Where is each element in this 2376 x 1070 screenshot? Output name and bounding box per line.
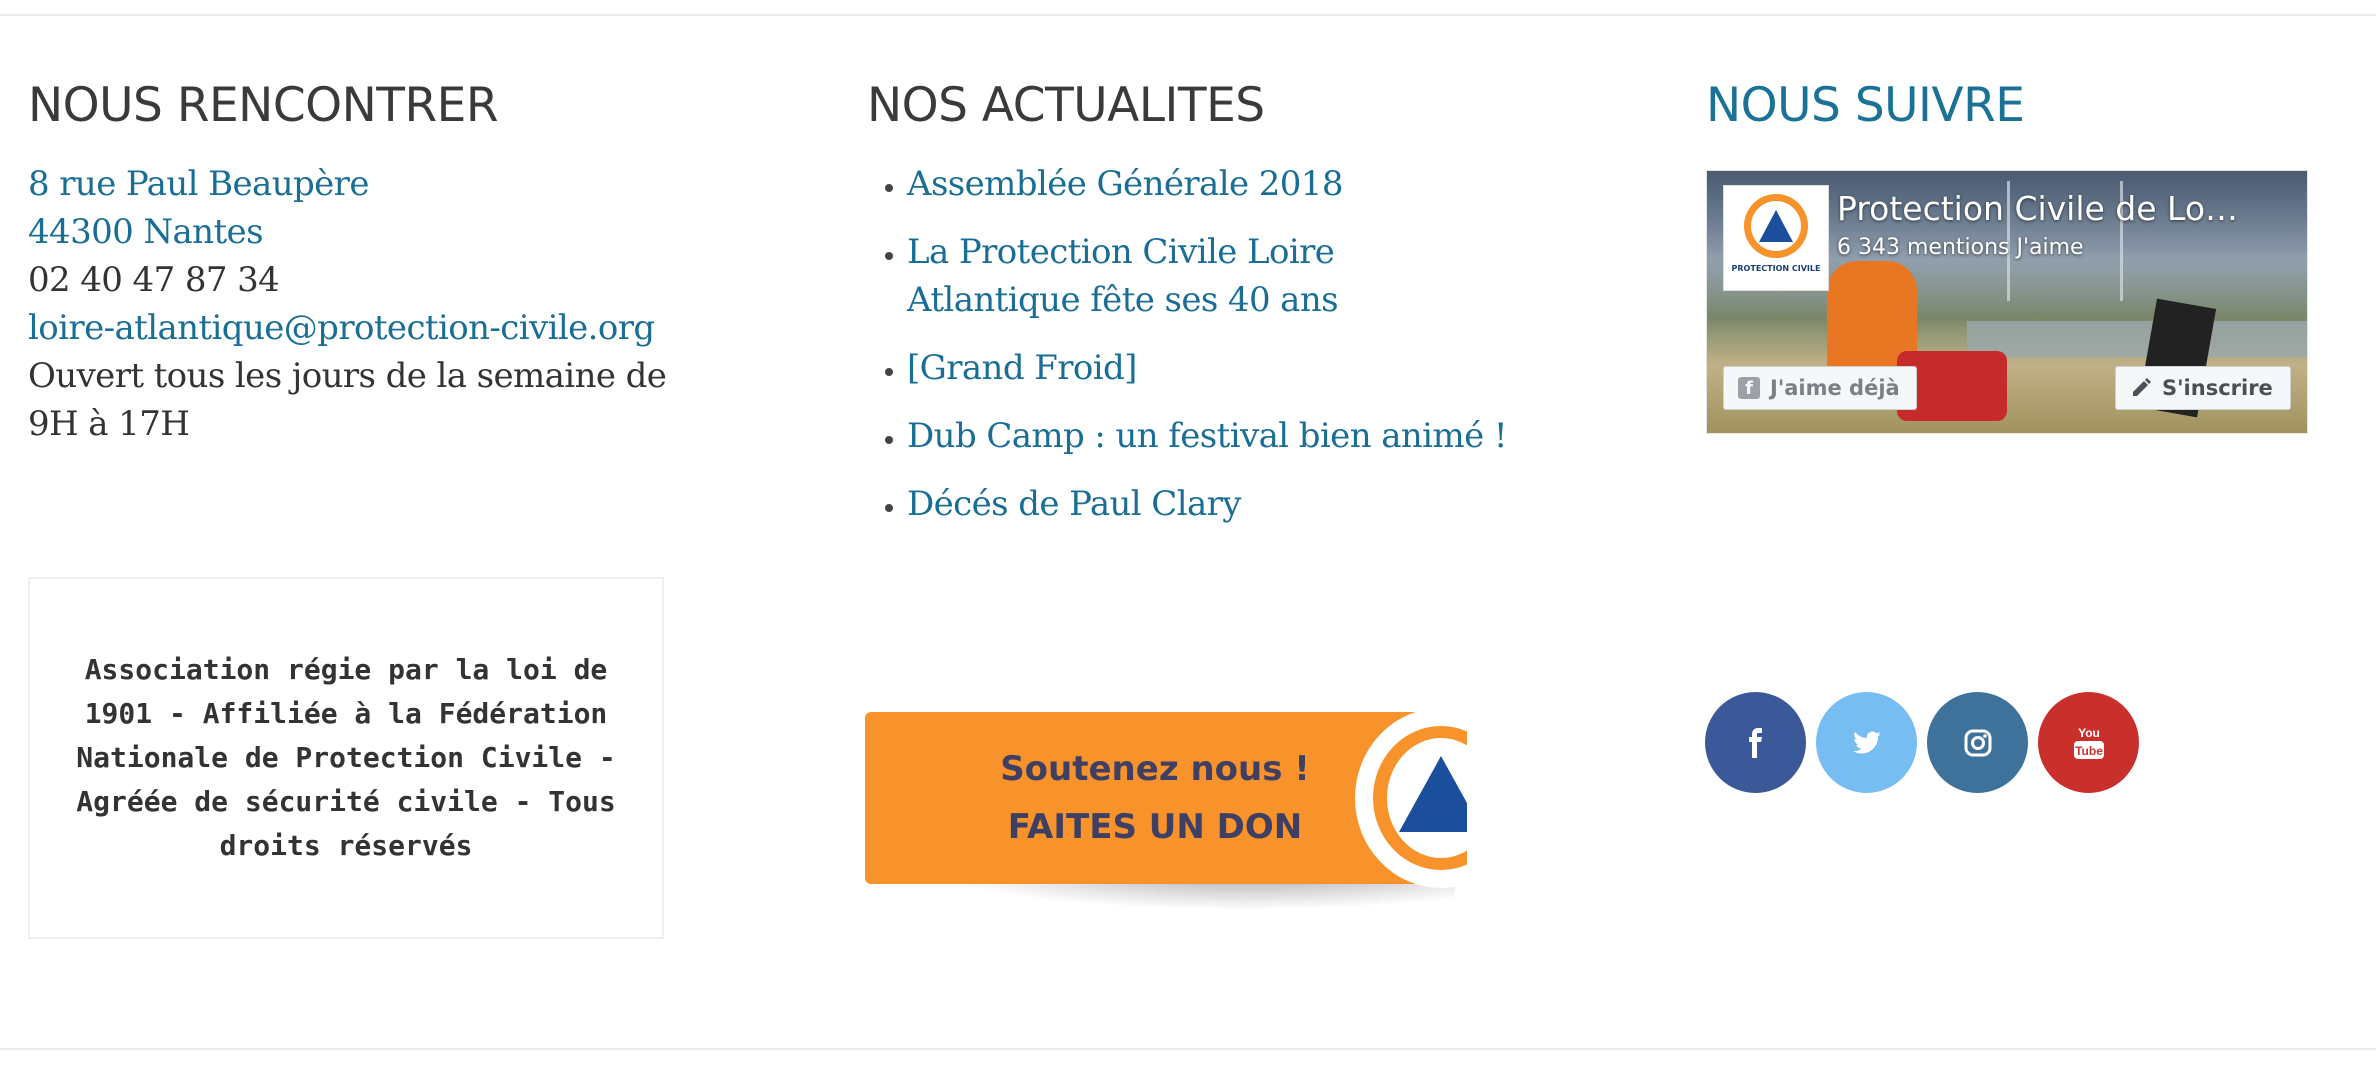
facebook-page-avatar[interactable]: PROTECTION CIVILE — [1723, 185, 1829, 291]
list-item: [Grand Froid] — [907, 344, 1507, 392]
facebook-page-widget[interactable]: PROTECTION CIVILE Protection Civile de L… — [1706, 170, 2308, 434]
facebook-social-button[interactable] — [1705, 692, 1806, 793]
svg-text:Tube: Tube — [2075, 744, 2103, 758]
facebook-follow-button[interactable]: S'inscrire — [2115, 366, 2291, 410]
list-item: Dub Camp : un festival bien animé ! — [907, 412, 1507, 460]
legal-notice-text: Association régie par la loi de 1901 - A… — [76, 653, 616, 862]
twitter-icon — [1852, 731, 1881, 754]
twitter-social-button[interactable] — [1816, 692, 1917, 793]
instagram-icon — [1964, 729, 1991, 756]
news-link[interactable]: Décés de Paul Clary — [907, 484, 1242, 524]
contact-heading: NOUS RENCONTRER — [28, 78, 499, 133]
facebook-f-icon: f — [1738, 377, 1760, 399]
follow-column: NOUS SUIVRE — [1706, 76, 2346, 136]
facebook-icon — [1748, 727, 1762, 758]
news-list: Assemblée Générale 2018 La Protection Ci… — [867, 160, 1507, 528]
contact-column: NOUS RENCONTRER 8 rue Paul Beaupère 4430… — [28, 76, 668, 448]
contact-block: 8 rue Paul Beaupère 44300 Nantes 02 40 4… — [28, 160, 668, 448]
facebook-like-button[interactable]: f J'aime déjà — [1723, 366, 1917, 410]
youtube-social-button[interactable]: You Tube — [2038, 692, 2139, 793]
news-link[interactable]: Assemblée Générale 2018 — [907, 164, 1343, 204]
address-line1-link[interactable]: 8 rue Paul Beaupère — [28, 160, 668, 208]
list-item: Assemblée Générale 2018 — [907, 160, 1507, 208]
pencil-icon — [2133, 378, 2151, 396]
opening-hours: Ouvert tous les jours de la semaine de 9… — [28, 356, 667, 444]
facebook-like-label: J'aime déjà — [1770, 376, 1900, 400]
social-icons: You Tube — [1705, 692, 2139, 793]
donate-logo-clip — [1330, 712, 1467, 912]
bottom-divider — [0, 1048, 2376, 1050]
instagram-social-button[interactable] — [1927, 692, 2028, 793]
facebook-likes-count: 6 343 mentions J'aime — [1837, 235, 2084, 260]
news-heading: NOS ACTUALITES — [867, 78, 1265, 133]
address-line2-link[interactable]: 44300 Nantes — [28, 208, 668, 256]
top-divider — [0, 14, 2376, 16]
news-link[interactable]: [Grand Froid] — [907, 348, 1137, 388]
donate-banner[interactable]: Soutenez nous ! FAITES UN DON — [865, 712, 1467, 944]
legal-notice-box: Association régie par la loi de 1901 - A… — [28, 577, 664, 939]
phone-number: 02 40 47 87 34 — [28, 260, 280, 300]
protection-civile-logo-icon — [1355, 712, 1467, 888]
svg-text:You: You — [2078, 726, 2100, 740]
youtube-icon: You Tube — [2073, 726, 2104, 759]
list-item: La Protection Civile Loire Atlantique fê… — [907, 228, 1507, 324]
news-link[interactable]: Dub Camp : un festival bien animé ! — [907, 416, 1507, 456]
news-link[interactable]: La Protection Civile Loire Atlantique fê… — [907, 232, 1339, 320]
follow-heading: NOUS SUIVRE — [1706, 78, 2025, 133]
news-column: NOS ACTUALITES Assemblée Générale 2018 L… — [867, 76, 1507, 548]
facebook-follow-label: S'inscrire — [2162, 376, 2273, 400]
facebook-page-name[interactable]: Protection Civile de Lo… — [1837, 189, 2297, 228]
list-item: Décés de Paul Clary — [907, 480, 1507, 528]
email-link[interactable]: loire-atlantique@protection-civile.org — [28, 304, 668, 352]
avatar-logo-text: PROTECTION CIVILE — [1731, 264, 1821, 273]
cover-photo-water — [1967, 321, 2307, 357]
